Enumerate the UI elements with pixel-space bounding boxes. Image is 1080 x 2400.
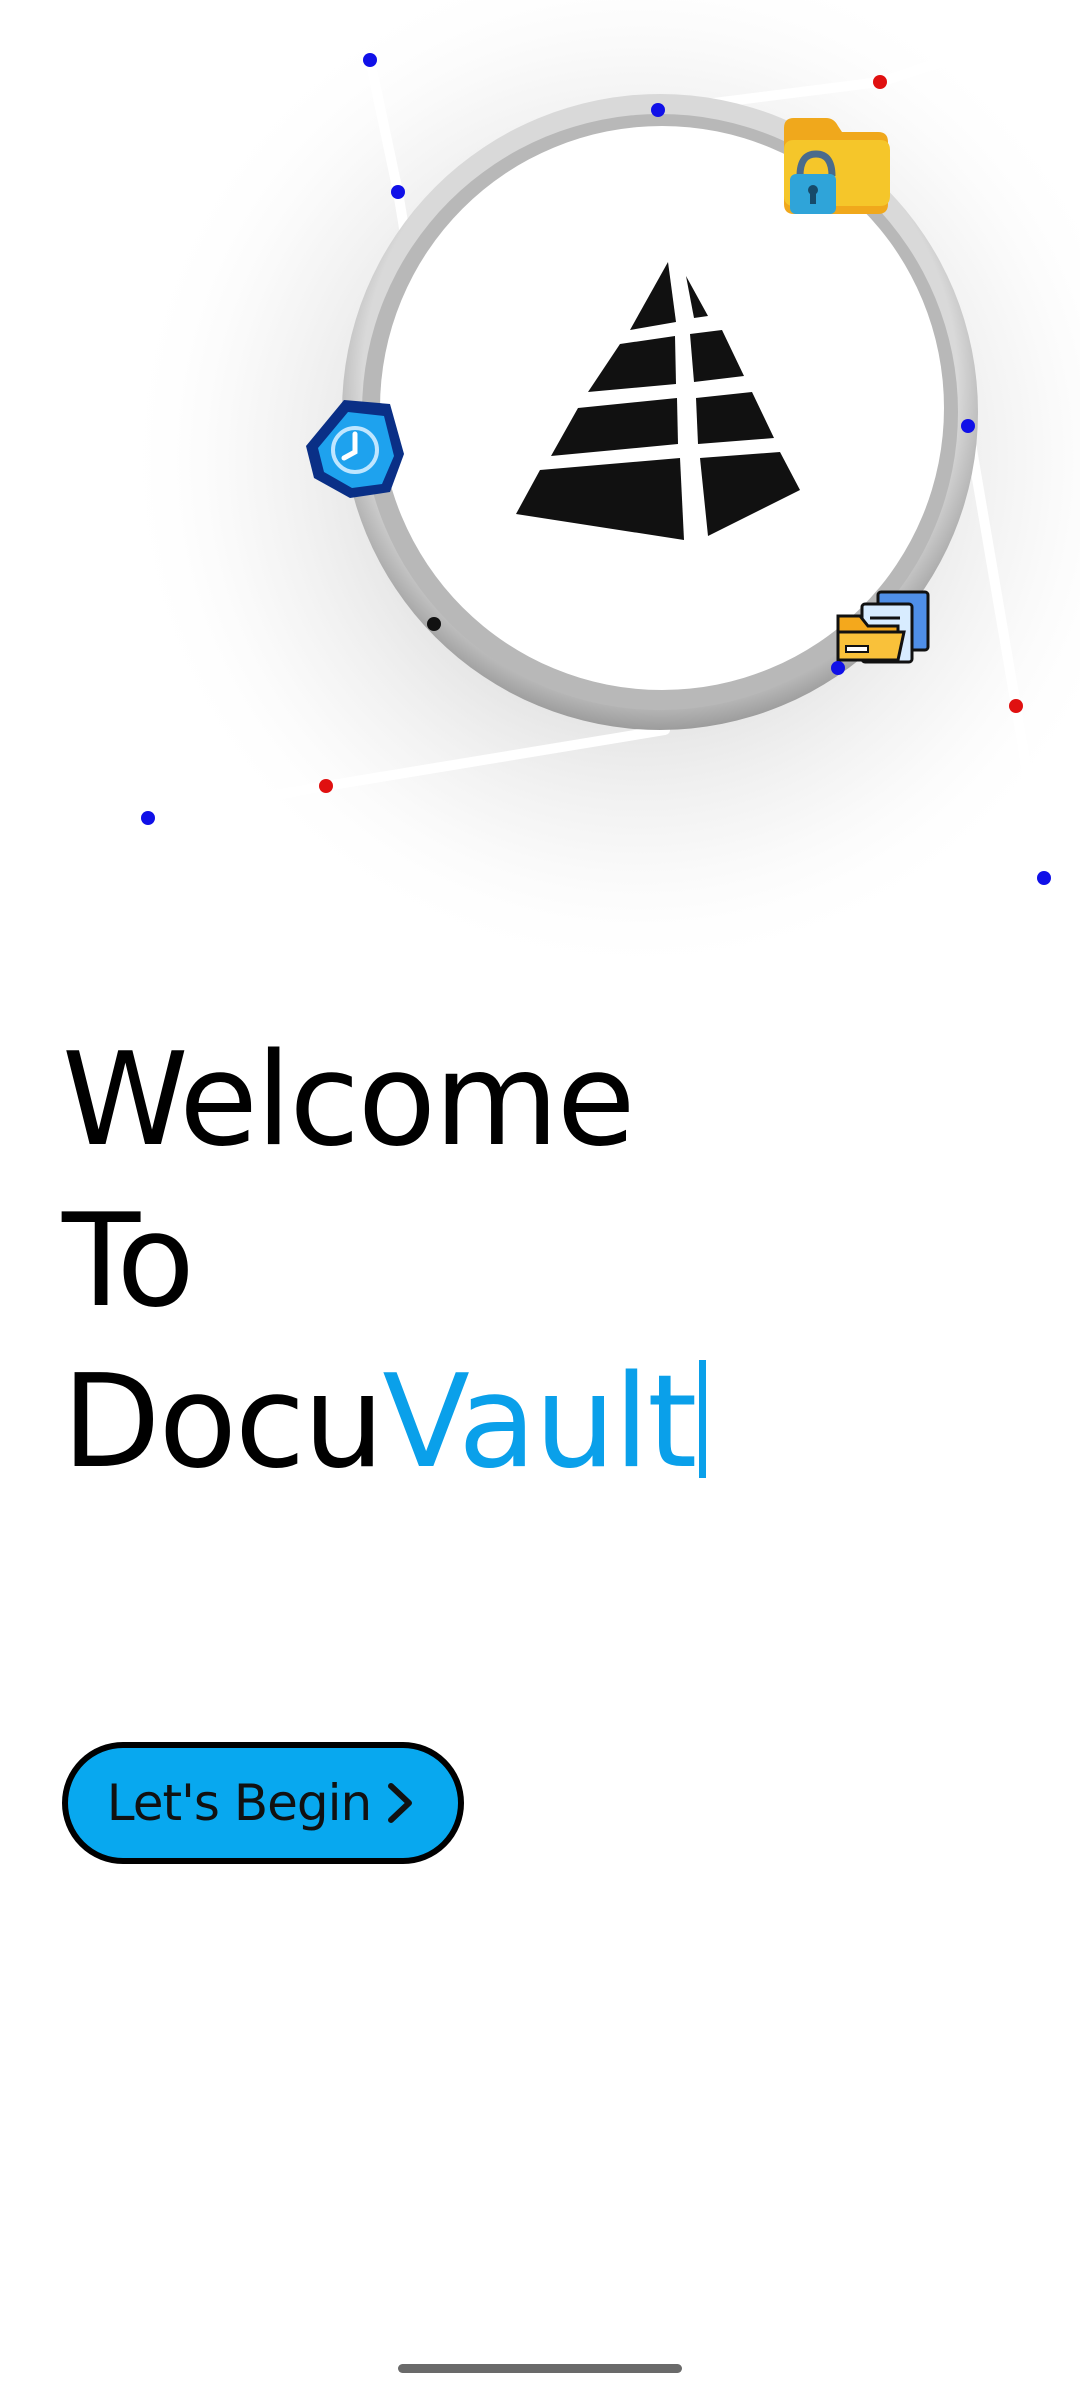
network-dot [961,419,975,433]
app-name-primary: Docu [62,1348,384,1497]
hero-illustration [120,0,1080,980]
to-line: To [62,1187,195,1336]
lets-begin-button[interactable]: Let's Begin [62,1742,464,1864]
network-dot [831,661,845,675]
chevron-right-icon [388,1783,413,1823]
welcome-headline: Welcome To DocuVault [62,1020,707,1503]
network-dot [319,779,333,793]
home-indicator[interactable] [398,2364,682,2373]
network-dot [141,811,155,825]
app-name: DocuVault [62,1342,707,1503]
network-dot [391,185,405,199]
network-dot [1037,871,1051,885]
network-dot [363,53,377,67]
lets-begin-label: Let's Begin [106,1774,372,1832]
app-name-accent: Vault [382,1348,697,1497]
network-dot [873,75,887,89]
network-dot [427,617,441,631]
locked-folder-icon [784,118,890,214]
network-dot [1009,699,1023,713]
welcome-line: Welcome [62,1026,636,1175]
network-dot [651,103,665,117]
typing-cursor [699,1360,707,1478]
